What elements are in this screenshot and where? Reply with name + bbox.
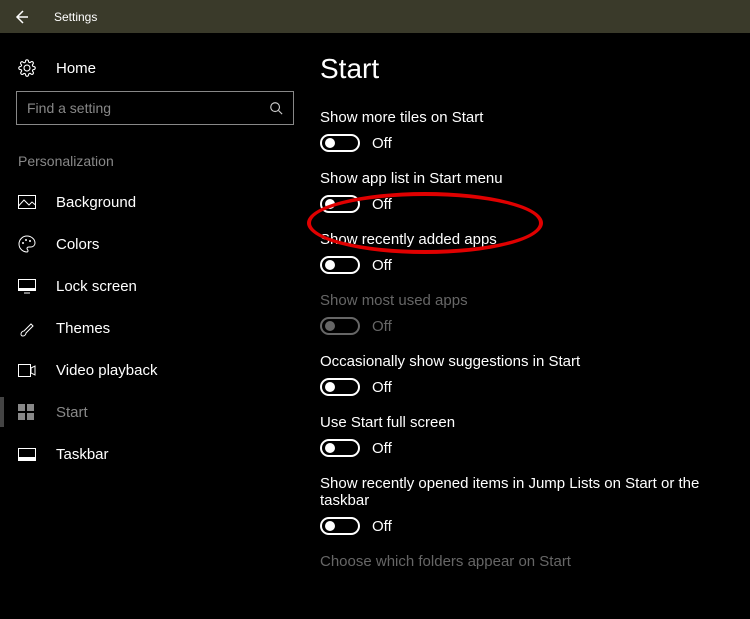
start-icon [18,404,40,420]
setting-app-list: Show app list in Start menu Off [320,170,740,213]
sidebar-item-label: Video playback [56,362,157,379]
sidebar-item-themes[interactable]: Themes [16,307,294,349]
toggle-state: Off [372,196,392,213]
sidebar-item-label: Background [56,194,136,211]
arrow-left-icon [13,9,29,25]
titlebar: Settings [0,0,750,33]
sidebar-item-label: Colors [56,236,99,253]
sidebar-item-video-playback[interactable]: Video playback [16,349,294,391]
home-button[interactable]: Home [16,51,294,91]
toggle-app-list[interactable] [320,195,360,213]
sidebar-item-label: Themes [56,320,110,337]
home-label: Home [56,60,96,77]
setting-label: Show most used apps [320,292,740,309]
toggle-recently-added[interactable] [320,256,360,274]
sidebar-item-start[interactable]: Start [16,391,294,433]
palette-icon [18,235,40,253]
page-title: Start [320,53,740,85]
main-panel: Start Show more tiles on Start Off Show … [310,33,750,619]
setting-label: Occasionally show suggestions in Start [320,353,740,370]
back-button[interactable] [0,0,42,33]
window-title: Settings [42,10,97,24]
sidebar-item-lock-screen[interactable]: Lock screen [16,265,294,307]
setting-jump-lists: Show recently opened items in Jump Lists… [320,475,740,535]
monitor-icon [18,279,40,294]
toggle-state: Off [372,257,392,274]
toggle-state: Off [372,135,392,152]
search-input[interactable] [17,100,259,116]
toggle-more-tiles[interactable] [320,134,360,152]
toggle-state: Off [372,318,392,335]
video-icon [18,364,40,377]
picture-icon [18,195,40,209]
toggle-full-screen[interactable] [320,439,360,457]
setting-label: Use Start full screen [320,414,740,431]
section-header: Personalization [16,153,294,169]
sidebar-item-background[interactable]: Background [16,181,294,223]
search-box[interactable] [16,91,294,125]
setting-most-used: Show most used apps Off [320,292,740,335]
taskbar-icon [18,448,40,461]
toggle-suggestions[interactable] [320,378,360,396]
choose-folders-link[interactable]: Choose which folders appear on Start [320,553,740,570]
toggle-state: Off [372,518,392,535]
setting-label: Show recently opened items in Jump Lists… [320,475,740,509]
sidebar: Home Personalization Background Colors L… [0,33,310,619]
sidebar-item-colors[interactable]: Colors [16,223,294,265]
setting-suggestions: Occasionally show suggestions in Start O… [320,353,740,396]
sidebar-item-label: Lock screen [56,278,137,295]
toggle-most-used [320,317,360,335]
setting-recently-added: Show recently added apps Off [320,231,740,274]
setting-label: Show more tiles on Start [320,109,740,126]
search-icon [259,101,293,115]
toggle-state: Off [372,379,392,396]
sidebar-item-label: Taskbar [56,446,109,463]
gear-icon [18,59,40,77]
setting-more-tiles: Show more tiles on Start Off [320,109,740,152]
setting-label: Show app list in Start menu [320,170,740,187]
sidebar-item-taskbar[interactable]: Taskbar [16,433,294,475]
setting-full-screen: Use Start full screen Off [320,414,740,457]
setting-label: Show recently added apps [320,231,740,248]
sidebar-item-label: Start [56,404,88,421]
brush-icon [18,319,40,337]
toggle-state: Off [372,440,392,457]
toggle-jump-lists[interactable] [320,517,360,535]
